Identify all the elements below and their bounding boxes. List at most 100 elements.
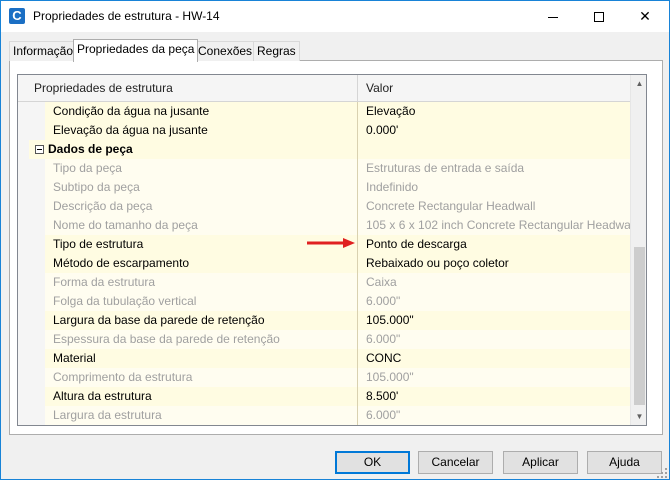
- property-row[interactable]: Descrição da peça Concrete Rectangular He…: [18, 197, 630, 216]
- civil3d-app-icon: C: [9, 8, 25, 24]
- group-label-text: Dados de peça: [48, 142, 133, 156]
- property-row[interactable]: Material CONC: [18, 349, 630, 368]
- property-row[interactable]: Altura da estrutura 8.500': [18, 387, 630, 406]
- row-indent: [29, 102, 45, 121]
- property-row[interactable]: Tipo da peça Estruturas de entrada e saíd…: [18, 159, 630, 178]
- window-title: Propriedades de estrutura - HW-14: [33, 9, 220, 23]
- tab-informacao[interactable]: Informação: [9, 41, 78, 61]
- group-label[interactable]: Dados de peça: [29, 140, 357, 159]
- property-value: 6.000": [357, 330, 630, 349]
- row-gutter: [18, 159, 29, 178]
- tab-regras[interactable]: Regras: [253, 41, 300, 61]
- property-value[interactable]: Elevação: [357, 102, 630, 121]
- row-gutter: [18, 216, 29, 235]
- property-row[interactable]: Condição da água na jusante Elevação: [18, 102, 630, 121]
- scrollbar-thumb[interactable]: [634, 247, 645, 405]
- property-row[interactable]: Largura da estrutura 6.000": [18, 406, 630, 425]
- property-label: Altura da estrutura: [45, 387, 357, 406]
- property-label: Método de escarpamento: [45, 254, 357, 273]
- group-value-cell: [357, 140, 630, 159]
- row-indent: [29, 235, 45, 254]
- maximize-icon: [594, 12, 604, 23]
- maximize-button[interactable]: [576, 1, 622, 32]
- scroll-up-arrow-icon[interactable]: ▲: [631, 75, 646, 92]
- row-indent: [29, 311, 45, 330]
- property-label: Forma da estrutura: [45, 273, 357, 292]
- column-header-property[interactable]: Propriedades de estrutura: [18, 75, 173, 102]
- row-indent: [29, 178, 45, 197]
- property-row[interactable]: Comprimento da estrutura 105.000": [18, 368, 630, 387]
- property-label: Subtipo da peça: [45, 178, 357, 197]
- row-indent: [29, 292, 45, 311]
- row-indent: [29, 216, 45, 235]
- property-label: Largura da base da parede de retenção: [45, 311, 357, 330]
- property-value[interactable]: CONC: [357, 349, 630, 368]
- property-row[interactable]: Método de escarpamento Rebaixado ou poço …: [18, 254, 630, 273]
- property-value[interactable]: 0.000': [357, 121, 630, 140]
- row-indent: [29, 254, 45, 273]
- row-gutter: [18, 140, 29, 159]
- property-group-row[interactable]: Dados de peça: [18, 140, 630, 159]
- ok-button[interactable]: OK: [335, 451, 410, 474]
- row-gutter: [18, 292, 29, 311]
- property-row[interactable]: Subtipo da peça Indefinido: [18, 178, 630, 197]
- row-indent: [29, 368, 45, 387]
- row-indent: [29, 273, 45, 292]
- property-value: Indefinido: [357, 178, 630, 197]
- property-row[interactable]: Largura da base da parede de retenção 105…: [18, 311, 630, 330]
- property-row[interactable]: Forma da estrutura Caixa: [18, 273, 630, 292]
- property-value: 6.000": [357, 406, 630, 425]
- property-label: Descrição da peça: [45, 197, 357, 216]
- resize-grip-icon[interactable]: [656, 467, 668, 479]
- property-value: Caixa: [357, 273, 630, 292]
- row-gutter: [18, 349, 29, 368]
- properties-dialog: C Propriedades de estrutura - HW-14 ✕ In…: [0, 0, 670, 480]
- property-value[interactable]: Rebaixado ou poço coletor: [357, 254, 630, 273]
- row-indent: [29, 406, 45, 425]
- property-value: 105.000": [357, 368, 630, 387]
- property-value: 6.000": [357, 292, 630, 311]
- property-label: Condição da água na jusante: [45, 102, 357, 121]
- property-label: Nome do tamanho da peça: [45, 216, 357, 235]
- property-value[interactable]: 8.500': [357, 387, 630, 406]
- property-value[interactable]: Ponto de descarga: [357, 235, 630, 254]
- row-gutter: [18, 406, 29, 425]
- row-gutter: [18, 121, 29, 140]
- tab-conexoes[interactable]: Conexões: [194, 41, 257, 61]
- property-rows: Condição da água na jusante Elevação Eleva…: [18, 102, 630, 425]
- title-bar[interactable]: C Propriedades de estrutura - HW-14 ✕: [1, 1, 669, 32]
- row-indent: [29, 349, 45, 368]
- row-gutter: [18, 330, 29, 349]
- property-label: Largura da estrutura: [45, 406, 357, 425]
- vertical-scrollbar[interactable]: ▲ ▼: [630, 75, 646, 425]
- tab-propriedades-da-peca[interactable]: Propriedades da peça: [73, 39, 199, 62]
- property-row[interactable]: Folga da tubulação vertical 6.000": [18, 292, 630, 311]
- row-indent: [29, 330, 45, 349]
- row-indent: [29, 121, 45, 140]
- close-button[interactable]: ✕: [622, 1, 668, 32]
- help-button[interactable]: Ajuda: [587, 451, 662, 474]
- row-indent: [29, 159, 45, 178]
- row-gutter: [18, 387, 29, 406]
- property-value: Estruturas de entrada e saída: [357, 159, 630, 178]
- row-gutter: [18, 235, 29, 254]
- property-row[interactable]: Espessura da base da parede de retenção 6…: [18, 330, 630, 349]
- property-label: Tipo da peça: [45, 159, 357, 178]
- scroll-down-arrow-icon[interactable]: ▼: [631, 408, 646, 425]
- property-label: Comprimento da estrutura: [45, 368, 357, 387]
- property-row[interactable]: Elevação da água na jusante 0.000': [18, 121, 630, 140]
- property-value[interactable]: 105.000": [357, 311, 630, 330]
- row-gutter: [18, 311, 29, 330]
- row-gutter: [18, 102, 29, 121]
- cancel-button[interactable]: Cancelar: [418, 451, 493, 474]
- column-header-value[interactable]: Valor: [357, 75, 393, 102]
- red-arrow-annotation-icon: [307, 238, 355, 248]
- row-gutter: [18, 368, 29, 387]
- row-indent: [29, 387, 45, 406]
- minimize-button[interactable]: [530, 1, 576, 32]
- property-row[interactable]: Nome do tamanho da peça 105 x 6 x 102 inc…: [18, 216, 630, 235]
- collapse-icon[interactable]: [35, 145, 44, 154]
- property-label: Material: [45, 349, 357, 368]
- property-label: Folga da tubulação vertical: [45, 292, 357, 311]
- apply-button[interactable]: Aplicar: [503, 451, 578, 474]
